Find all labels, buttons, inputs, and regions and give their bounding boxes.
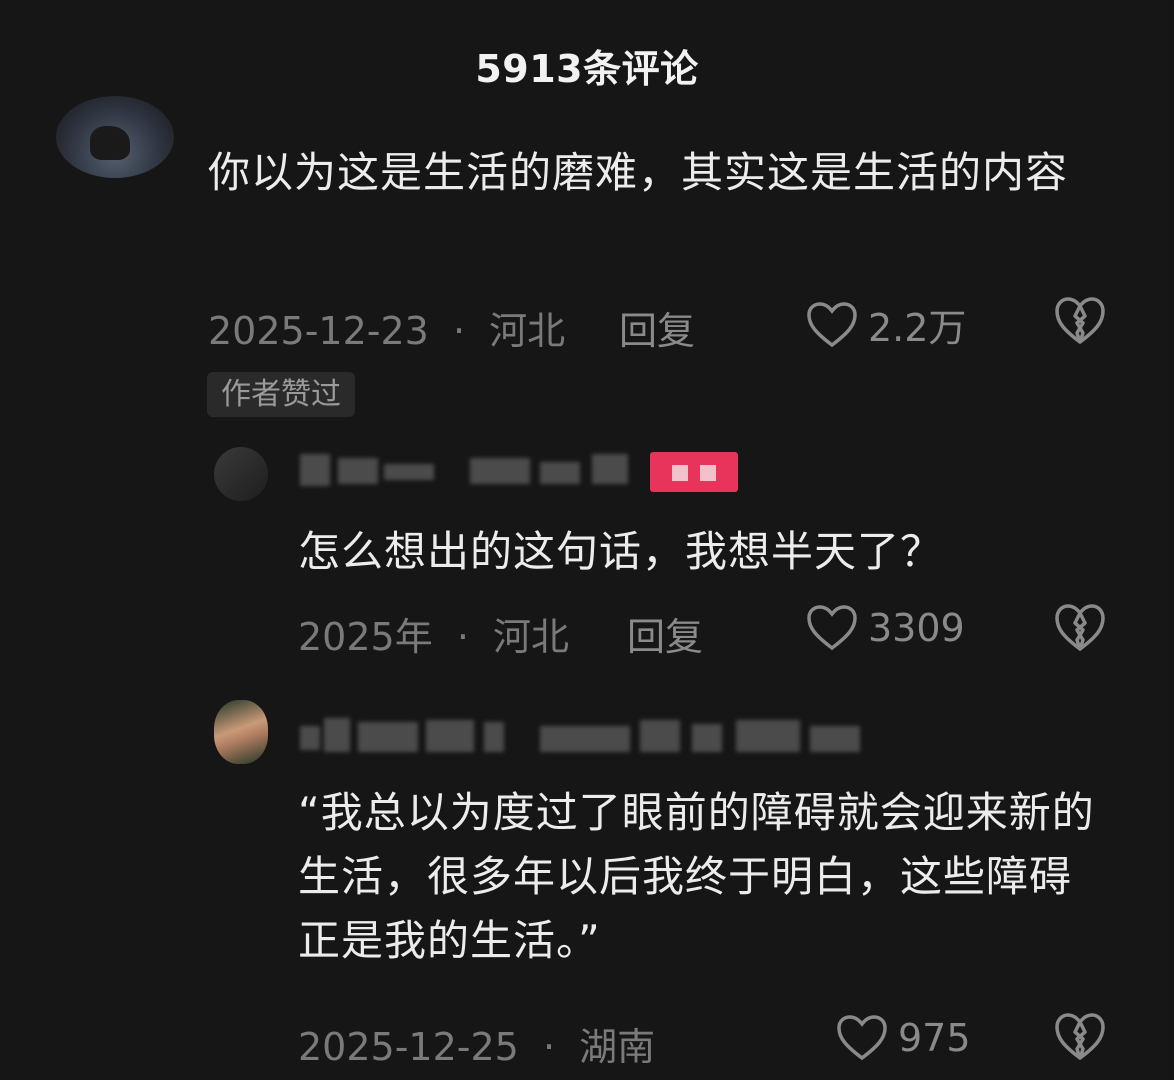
comment-meta: 2025-12-25 · 湖南 [298,1016,655,1071]
meta-separator: · [452,309,466,353]
dislike-button[interactable] [1054,603,1106,657]
like-count: 3309 [868,606,965,650]
comment-text: “我总以为度过了眼前的障碍就会迎来新的生活，很多年以后我终于明白，这些障碍正是我… [298,788,1095,965]
comment-date: 2025-12-23 [208,309,429,353]
broken-heart-icon [1055,297,1105,344]
comment-location: 河北 [493,615,570,659]
comment-text: 你以为这是生活的磨难，其实这是生活的内容 [208,148,1069,197]
like-button[interactable]: 2.2万 [806,297,966,352]
like-button[interactable]: 975 [836,1014,971,1062]
heart-outline-icon [807,605,857,651]
comments-count-title: 5913条评论 [475,47,699,91]
broken-heart-icon [1055,604,1105,651]
comment-meta: 2025年 · 河北 [298,606,569,661]
meta-separator: · [542,1025,556,1069]
comment-location: 湖南 [579,1025,656,1069]
avatar[interactable] [214,447,268,501]
heart-outline-icon [837,1015,887,1061]
comment-location: 河北 [489,309,566,353]
like-count: 975 [898,1016,971,1060]
reply-button[interactable]: 回复 [627,606,703,661]
username-redacted [300,450,640,492]
dislike-button[interactable] [1054,296,1106,350]
broken-heart-icon [1055,1013,1105,1060]
username-redacted [300,716,870,758]
like-button[interactable]: 3309 [806,604,965,652]
comment-meta: 2025-12-23 · 河北 [208,300,565,355]
avatar[interactable] [214,700,268,764]
user-tag-badge [650,452,738,492]
meta-separator: · [456,615,469,659]
comment-date: 2025年 [298,615,433,659]
avatar[interactable] [56,96,174,178]
comment-date: 2025-12-25 [298,1025,519,1069]
comment-text: 怎么想出的这句话，我想半天了？ [298,527,944,576]
like-count: 2.2万 [868,306,967,350]
dislike-button[interactable] [1054,1012,1106,1066]
reply-button[interactable]: 回复 [619,300,695,355]
author-liked-badge: 作者赞过 [207,372,355,417]
heart-outline-icon [807,301,857,347]
